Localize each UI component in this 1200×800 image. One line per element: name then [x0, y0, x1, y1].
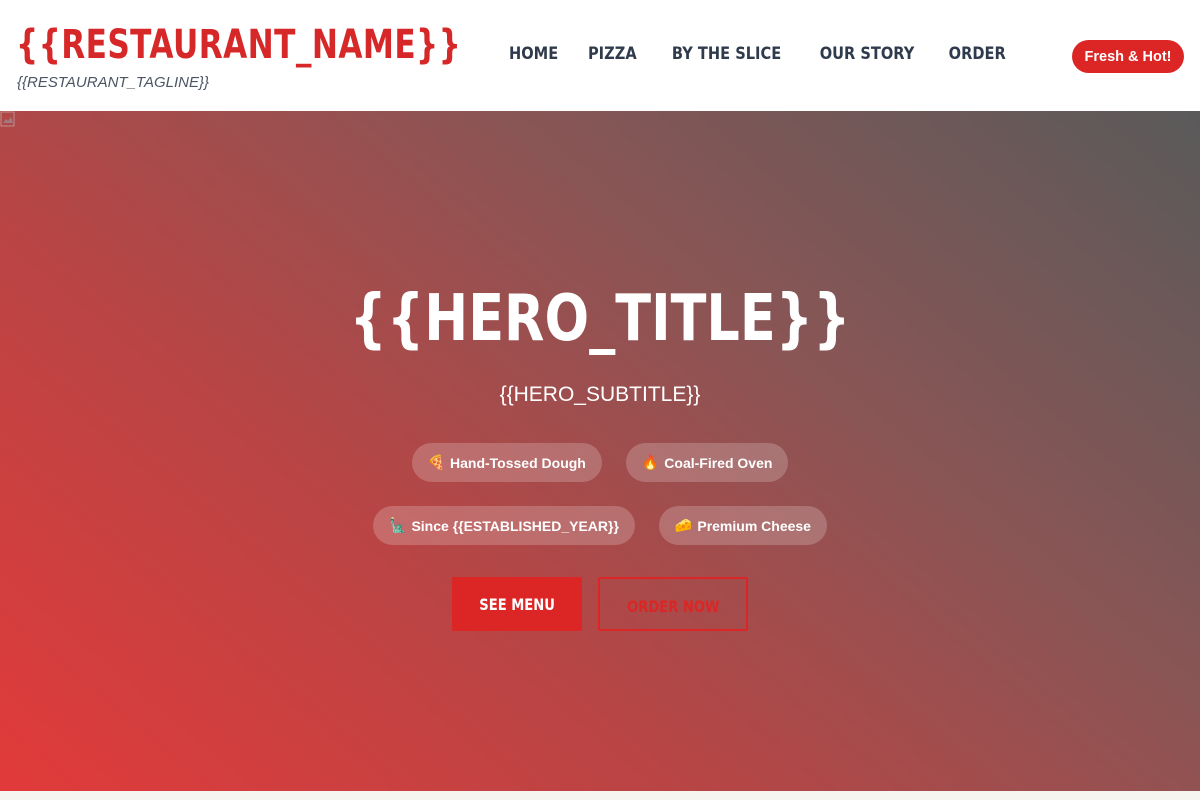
fresh-hot-badge: Fresh & Hot!: [1072, 40, 1184, 73]
site-header: {{RESTAURANT_NAME}} {{RESTAURANT_TAGLINE…: [0, 0, 1200, 111]
feature-pills: 🍕 Hand-Tossed Dough 🔥 Coal-Fired Oven 🗽 …: [270, 443, 930, 545]
feature-pill-since: 🗽 Since {{ESTABLISHED_YEAR}}: [373, 506, 635, 545]
fire-icon: 🔥: [641, 454, 660, 471]
nav-home[interactable]: HOME: [495, 44, 572, 64]
see-menu-label: SEE MENU: [479, 594, 555, 614]
restaurant-name[interactable]: {{RESTAURANT_NAME}}: [16, 18, 461, 72]
order-now-button[interactable]: ORDER NOW: [598, 577, 748, 631]
pizza-icon: 🍕: [427, 454, 445, 471]
cheese-icon: 🧀: [674, 517, 693, 534]
nav-order[interactable]: ORDER: [935, 44, 1020, 64]
feature-label: Since {{ESTABLISHED_YEAR}}: [411, 517, 619, 534]
restaurant-tagline: {{RESTAURANT_TAGLINE}}: [17, 74, 210, 91]
statue-of-liberty-icon: 🗽: [389, 517, 407, 534]
nav-pizza[interactable]: PIZZA: [574, 44, 650, 64]
hero-subtitle: {{HERO_SUBTITLE}}: [499, 383, 701, 406]
hero-section: {{HERO_TITLE}} {{HERO_SUBTITLE}} 🍕 Hand-…: [0, 111, 1200, 791]
feature-pill-dough: 🍕 Hand-Tossed Dough: [411, 443, 602, 482]
nav-our-story[interactable]: OUR STORY: [806, 44, 928, 64]
feature-label: Premium Cheese: [697, 517, 811, 534]
hero-cta-row: SEE MENU ORDER NOW: [452, 577, 748, 631]
see-menu-button[interactable]: SEE MENU: [452, 577, 582, 631]
feature-pill-oven: 🔥 Coal-Fired Oven: [625, 443, 789, 482]
feature-pill-cheese: 🧀 Premium Cheese: [658, 506, 827, 545]
hero-title: {{HERO_TITLE}}: [349, 282, 851, 356]
feature-label: Hand-Tossed Dough: [450, 454, 586, 471]
order-now-label: ORDER NOW: [626, 596, 720, 616]
main-nav: HOME PIZZA BY THE SLICE OUR STORY ORDER: [494, 40, 1021, 68]
feature-label: Coal-Fired Oven: [664, 454, 773, 471]
nav-by-the-slice[interactable]: BY THE SLICE: [658, 44, 795, 64]
broken-image-icon: [0, 111, 15, 127]
